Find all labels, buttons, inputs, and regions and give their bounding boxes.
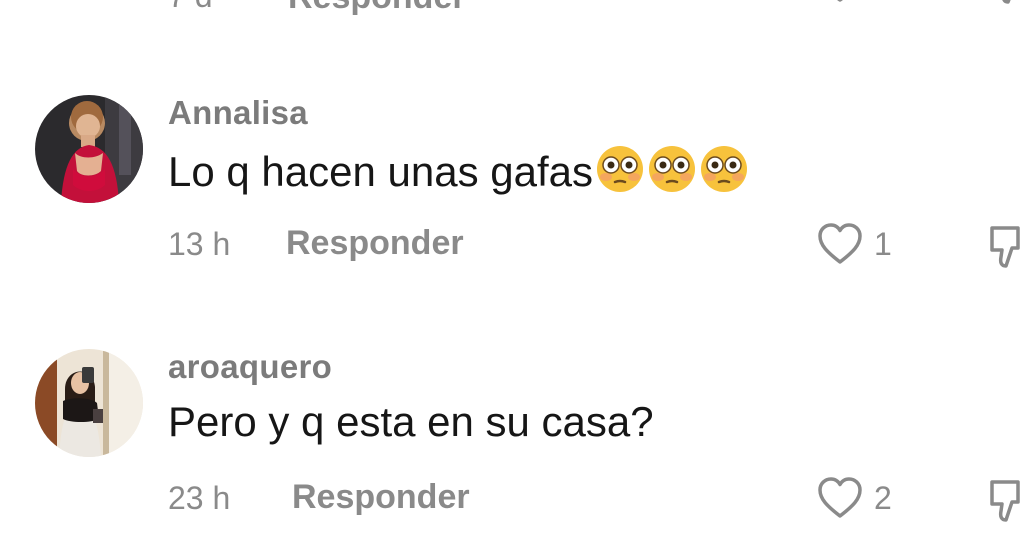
like-count: 1: [874, 226, 892, 262]
comment-time: 23 h: [168, 480, 231, 516]
thumbs-down-outline-icon[interactable]: [990, 0, 1024, 13]
comment-text: Pero y q esta en su casa?: [168, 398, 654, 445]
heart-outline-icon: [818, 477, 862, 518]
heart-outline-icon: [818, 223, 862, 264]
comment-time: 7 d: [168, 0, 212, 15]
comment-text: Lo q hacen unas gafas: [168, 144, 749, 196]
avatar[interactable]: [35, 349, 143, 457]
avatar[interactable]: [35, 95, 143, 203]
comments-screen: 7 d Responder: [0, 0, 1024, 538]
thumbs-down-outline-icon[interactable]: [988, 222, 1024, 275]
heart-outline-icon[interactable]: [818, 0, 862, 9]
comment-meta: 13 h Responder 1: [0, 222, 1024, 268]
thumbs-down-outline-icon[interactable]: [988, 476, 1024, 529]
reply-button[interactable]: Responder: [288, 0, 466, 17]
flushed-face-icon: [699, 144, 749, 194]
flushed-face-icon: [647, 144, 697, 194]
comment-text-content: Lo q hacen unas gafas: [168, 148, 594, 195]
comment-username[interactable]: Annalisa: [168, 94, 308, 132]
comment-time: 13 h: [168, 226, 231, 262]
flushed-face-icon: [595, 144, 645, 194]
like-count: 2: [874, 480, 892, 516]
comment-username[interactable]: aroaquero: [168, 348, 332, 386]
reply-button[interactable]: Responder: [286, 224, 464, 263]
previous-comment-meta: 7 d Responder: [0, 0, 1024, 16]
comment-meta: 23 h Responder 2: [0, 476, 1024, 522]
reply-button[interactable]: Responder: [292, 478, 470, 517]
